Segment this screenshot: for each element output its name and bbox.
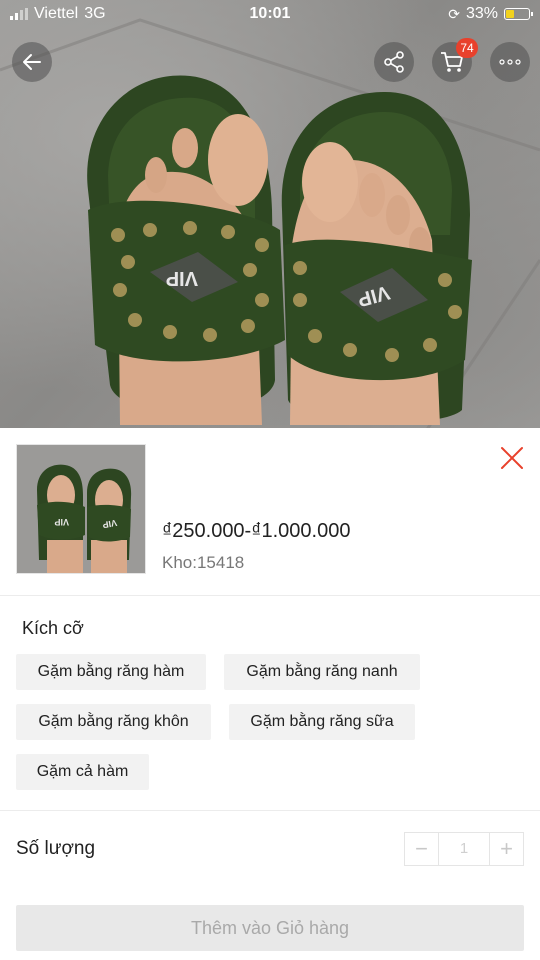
svg-text:VIP: VIP: [166, 267, 198, 289]
orientation-lock-icon: ⟳: [448, 5, 460, 22]
product-thumbnail: VIP VIP: [16, 444, 146, 574]
variant-option[interactable]: Gặm bằng răng nanh: [224, 654, 420, 690]
status-bar: Viettel 3G 10:01 ⟳ 33%: [0, 0, 540, 28]
quantity-label: Số lượng: [16, 838, 96, 859]
battery-icon: [504, 8, 533, 20]
share-icon: [384, 51, 404, 73]
divider: [0, 595, 540, 596]
back-button[interactable]: [12, 42, 52, 82]
right-sandal: VIP: [281, 92, 472, 425]
variant-picker-sheet: VIP VIP ₫250.000-₫1.000.000 Kho:15418 Kí…: [0, 428, 540, 960]
variant-option[interactable]: Gặm bằng răng hàm: [16, 654, 206, 690]
variant-option[interactable]: Gặm bằng răng sữa: [229, 704, 415, 740]
arrow-left-icon: [23, 54, 41, 70]
battery-fill: [506, 10, 514, 18]
divider: [0, 810, 540, 811]
price-range: ₫250.000-₫1.000.000: [162, 520, 351, 542]
cart-button[interactable]: 74: [432, 38, 478, 82]
variant-option[interactable]: Gặm bằng răng khôn: [16, 704, 211, 740]
size-section-title: Kích cỡ: [22, 618, 84, 638]
close-icon: [501, 447, 523, 469]
decrease-button[interactable]: −: [405, 833, 438, 865]
stock-count: Kho:15418: [162, 553, 245, 572]
battery-percent: 33%: [465, 5, 498, 22]
more-button[interactable]: [490, 42, 530, 82]
variant-option[interactable]: Gặm cả hàm: [16, 754, 149, 790]
quantity-value[interactable]: 1: [438, 833, 490, 865]
status-right: ⟳ 33%: [448, 5, 533, 23]
quantity-stepper: − 1 +: [404, 832, 524, 866]
close-button[interactable]: [496, 442, 528, 474]
share-button[interactable]: [374, 42, 414, 82]
svg-text:VIP: VIP: [54, 517, 69, 527]
add-to-cart-button[interactable]: Thêm vào Giỏ hàng: [16, 905, 524, 951]
increase-button[interactable]: +: [490, 833, 523, 865]
left-sandal: VIP: [87, 75, 285, 425]
more-icon: [499, 59, 521, 65]
cart-count-badge: 74: [456, 38, 478, 58]
